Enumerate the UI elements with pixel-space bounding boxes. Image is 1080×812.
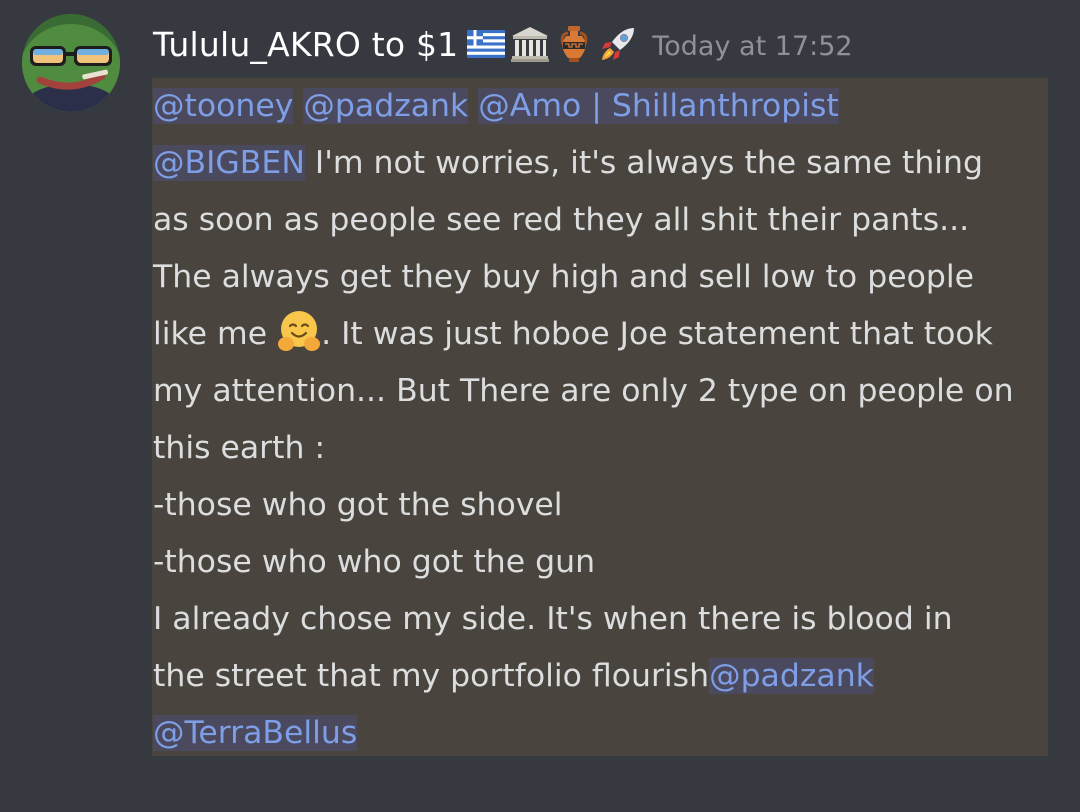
- message-text: I already chose my side. It's when there…: [153, 601, 953, 637]
- greece-flag-emoji-icon: [467, 30, 506, 58]
- message-line: The always get they buy high and sell lo…: [153, 249, 1049, 306]
- amphora-emoji-icon: [561, 26, 588, 62]
- message-line: -those who who got the gun: [153, 534, 1049, 591]
- mention-amo[interactable]: @Amo | Shillanthropist: [478, 88, 839, 124]
- message-header: Tululu_AKRO to $1 Today at 17:52: [153, 18, 853, 70]
- message-content: @tooney @padzank @Amo | Shillanthropist …: [153, 78, 1049, 762]
- message-text: I'm not worries, it's always the same th…: [304, 145, 984, 181]
- mention-padzank[interactable]: @padzank: [709, 658, 874, 694]
- message-line: -those who got the shovel: [153, 477, 1049, 534]
- username-emojis: [466, 24, 638, 64]
- message-text: . It was just hoboe Joe statement that t…: [321, 316, 993, 352]
- message-text: my attention... But There are only 2 typ…: [153, 373, 1014, 409]
- classical-building-emoji-icon: [511, 27, 550, 62]
- user-avatar[interactable]: [22, 14, 120, 112]
- message-line: @BIGBEN I'm not worries, it's always the…: [153, 135, 1049, 192]
- message-text: as soon as people see red they all shit …: [153, 202, 970, 238]
- pepe-avatar-icon: [22, 14, 120, 112]
- mention-bigben[interactable]: @BIGBEN: [153, 145, 305, 181]
- mention-padzank[interactable]: @padzank: [303, 88, 469, 124]
- message-text: the street that my portfolio flourish: [153, 658, 710, 694]
- message-line: I already chose my side. It's when there…: [153, 591, 1049, 648]
- message-line: @TerraBellus: [153, 705, 1049, 762]
- message-line: this earth :: [153, 420, 1049, 477]
- message-text: -those who got the shovel: [153, 487, 563, 523]
- message-highlight: @tooney @padzank @Amo | Shillanthropist …: [152, 78, 1048, 756]
- message-line: my attention... But There are only 2 typ…: [153, 363, 1049, 420]
- message-text: this earth :: [153, 430, 326, 466]
- message-line: @tooney @padzank @Amo | Shillanthropist: [153, 78, 1049, 135]
- message-text: -those who who got the gun: [153, 544, 596, 580]
- rocket-emoji-icon: [602, 28, 635, 60]
- message-line: like me . It was just hoboe Joe statemen…: [153, 306, 1049, 363]
- message-timestamp[interactable]: Today at 17:52: [652, 27, 852, 62]
- username[interactable]: Tululu_AKRO to $1: [153, 25, 458, 64]
- message-text: like me: [153, 316, 278, 352]
- message-line: the street that my portfolio flourish@pa…: [153, 648, 1049, 705]
- hugging-face-emoji-icon[interactable]: [277, 309, 321, 353]
- mention-terrabellus[interactable]: @TerraBellus: [153, 715, 358, 751]
- chat-message: Tululu_AKRO to $1 Today at 17:52 @tooney…: [0, 0, 1080, 812]
- mention-tooney[interactable]: @tooney: [153, 88, 294, 124]
- message-line: as soon as people see red they all shit …: [153, 192, 1049, 249]
- message-text: The always get they buy high and sell lo…: [153, 259, 974, 295]
